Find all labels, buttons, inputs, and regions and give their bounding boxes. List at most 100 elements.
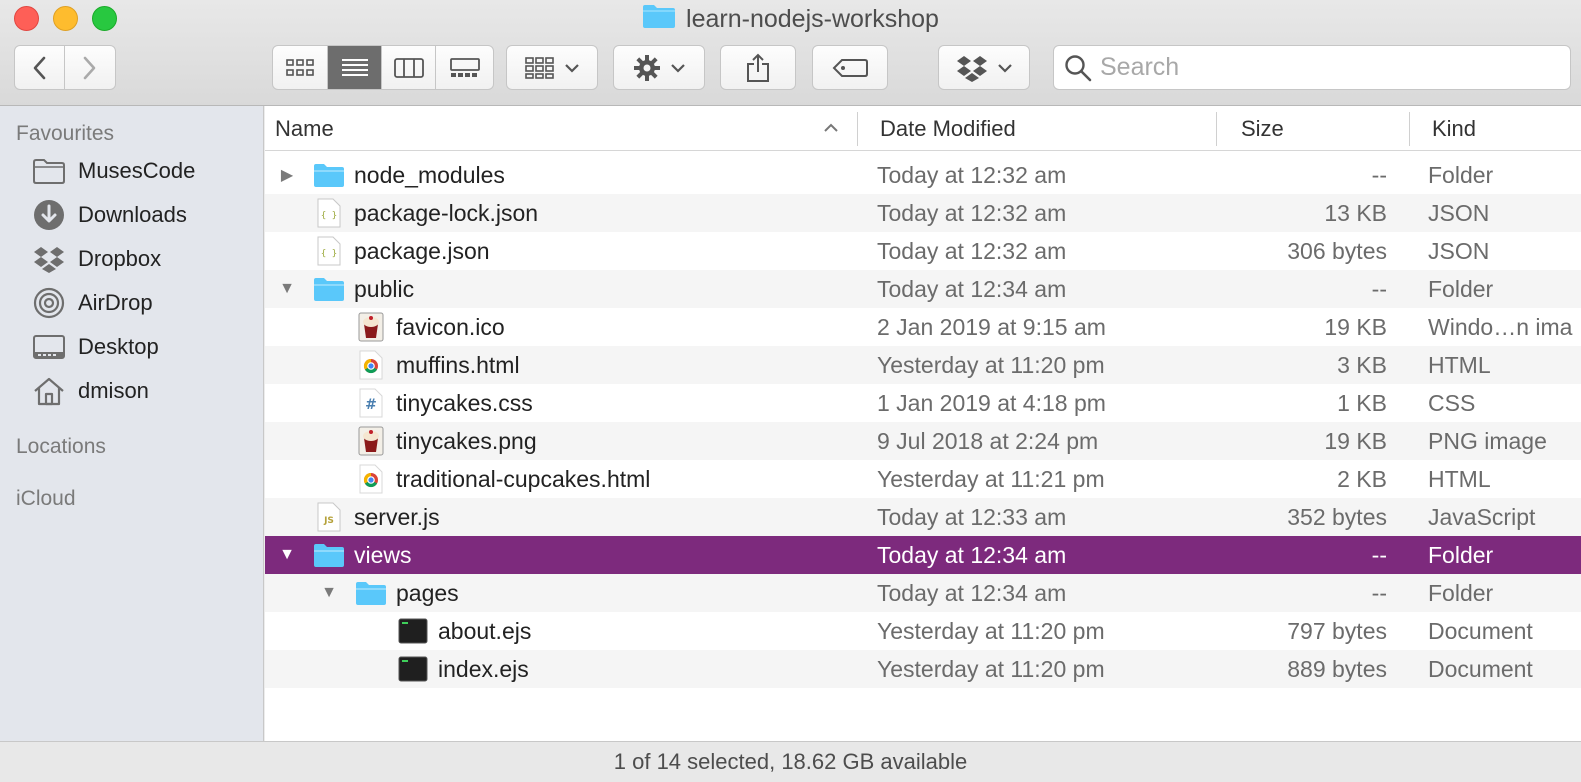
file-date-modified: Today at 12:32 am bbox=[877, 161, 1067, 188]
file-row[interactable]: # tinycakes.css 1 Jan 2019 at 4:18 pm 1 KB C… bbox=[265, 384, 1581, 422]
sidebar-item-downloads[interactable]: Downloads bbox=[32, 197, 187, 233]
image-file-icon bbox=[355, 426, 387, 456]
sidebar-heading-icloud[interactable]: iCloud bbox=[16, 487, 76, 511]
column-header-name[interactable]: Name bbox=[275, 106, 334, 151]
file-name: package.json bbox=[354, 237, 490, 264]
file-row[interactable]: about.ejs Yesterday at 11:20 pm 797 bytes D… bbox=[265, 612, 1581, 650]
sidebar-item-label: AirDrop bbox=[78, 290, 153, 315]
window-title-text: learn-nodejs-workshop bbox=[686, 4, 939, 33]
file-name: tinycakes.css bbox=[396, 389, 533, 416]
file-date-modified: 2 Jan 2019 at 9:15 am bbox=[877, 313, 1106, 340]
column-separator[interactable] bbox=[1409, 112, 1410, 146]
file-kind: JSON bbox=[1428, 199, 1490, 226]
file-kind: Document bbox=[1428, 617, 1533, 644]
svg-text:{ }: { } bbox=[321, 211, 337, 221]
image-file-icon bbox=[355, 312, 387, 342]
sidebar-item-airdrop[interactable]: AirDrop bbox=[32, 285, 153, 321]
action-menu-button[interactable] bbox=[613, 45, 705, 90]
file-row[interactable]: ▶ node_modules Today at 12:32 am -- Folder bbox=[265, 156, 1581, 194]
file-row[interactable]: JS server.js Today at 12:33 am 352 bytes Jav… bbox=[265, 498, 1581, 536]
file-name: traditional-cupcakes.html bbox=[396, 465, 651, 492]
dropbox-icon bbox=[957, 55, 987, 82]
dropbox-toolbar-button[interactable] bbox=[938, 45, 1030, 90]
file-date-modified: Today at 12:33 am bbox=[877, 503, 1067, 530]
file-size: 306 bytes bbox=[1287, 237, 1387, 264]
column-view-button[interactable] bbox=[382, 46, 436, 89]
column-header-kind[interactable]: Kind bbox=[1432, 106, 1476, 151]
file-row[interactable]: tinycakes.png 9 Jul 2018 at 2:24 pm 19 KB P… bbox=[265, 422, 1581, 460]
gear-icon bbox=[634, 54, 660, 81]
column-header-date[interactable]: Date Modified bbox=[880, 106, 1016, 151]
share-button[interactable] bbox=[720, 45, 796, 90]
sidebar-item-dmison[interactable]: dmison bbox=[32, 373, 149, 409]
icon-view-button[interactable] bbox=[273, 46, 328, 89]
chrome-html-icon bbox=[355, 350, 387, 380]
airdrop-icon bbox=[32, 286, 66, 320]
list-view-button[interactable] bbox=[328, 46, 382, 89]
disclosure-triangle-right-icon[interactable]: ▶ bbox=[275, 156, 299, 194]
list-icon bbox=[341, 58, 368, 76]
folder-icon bbox=[642, 3, 676, 36]
forward-button[interactable] bbox=[65, 46, 115, 89]
css-file-icon: # bbox=[355, 388, 387, 418]
file-name: index.ejs bbox=[438, 655, 529, 682]
terminal-document-icon bbox=[397, 616, 429, 646]
sidebar-heading-locations[interactable]: Locations bbox=[16, 435, 106, 459]
view-mode-control bbox=[272, 45, 494, 90]
share-icon bbox=[747, 53, 769, 82]
disclosure-triangle-down-icon[interactable]: ▼ bbox=[275, 270, 299, 308]
chevron-down-icon bbox=[565, 63, 579, 73]
sidebar-item-label: dmison bbox=[78, 378, 149, 403]
search-input[interactable] bbox=[1100, 53, 1540, 82]
file-row[interactable]: traditional-cupcakes.html Yesterday at 11… bbox=[265, 460, 1581, 498]
file-row[interactable]: favicon.ico 2 Jan 2019 at 9:15 am 19 KB Win… bbox=[265, 308, 1581, 346]
columns-icon bbox=[393, 57, 424, 78]
file-kind: JSON bbox=[1428, 237, 1490, 264]
sidebar-item-dropbox[interactable]: Dropbox bbox=[32, 241, 161, 277]
column-separator[interactable] bbox=[857, 112, 858, 146]
column-separator[interactable] bbox=[1216, 112, 1217, 146]
tag-button[interactable] bbox=[812, 45, 888, 90]
file-row[interactable]: ▼ pages Today at 12:34 am -- Folder bbox=[265, 574, 1581, 612]
search-field[interactable] bbox=[1053, 45, 1571, 90]
sidebar-item-label: Dropbox bbox=[78, 246, 162, 271]
back-button[interactable] bbox=[15, 46, 65, 89]
group-by-button[interactable] bbox=[506, 45, 598, 90]
file-size: -- bbox=[1371, 541, 1387, 568]
sidebar-item-desktop[interactable]: Desktop bbox=[32, 329, 159, 365]
file-rows: ▶ node_modules Today at 12:32 am -- Folder { … bbox=[265, 156, 1581, 688]
file-date-modified: Today at 12:32 am bbox=[877, 199, 1067, 226]
disclosure-triangle-down-icon[interactable]: ▼ bbox=[317, 574, 341, 612]
file-name: tinycakes.png bbox=[396, 427, 537, 454]
file-row[interactable]: { } package.json Today at 12:32 am 306 byte… bbox=[265, 232, 1581, 270]
json-file-icon: { } bbox=[313, 198, 345, 228]
file-kind: HTML bbox=[1428, 351, 1491, 378]
file-date-modified: Yesterday at 11:21 pm bbox=[877, 465, 1105, 492]
history-nav bbox=[14, 45, 116, 90]
group-grid-icon bbox=[525, 56, 554, 79]
file-name: public bbox=[354, 275, 415, 302]
file-date-modified: Yesterday at 11:20 pm bbox=[877, 617, 1105, 644]
sidebar-item-musescode[interactable]: MusesCode bbox=[32, 153, 195, 189]
file-name: favicon.ico bbox=[396, 313, 505, 340]
file-row[interactable]: muffins.html Yesterday at 11:20 pm 3 KB HTM… bbox=[265, 346, 1581, 384]
svg-text:#: # bbox=[365, 397, 377, 413]
file-name: about.ejs bbox=[438, 617, 532, 644]
file-row[interactable]: index.ejs Yesterday at 11:20 pm 889 bytes D… bbox=[265, 650, 1581, 688]
column-header-size[interactable]: Size bbox=[1241, 106, 1284, 151]
file-date-modified: Today at 12:34 am bbox=[877, 275, 1067, 302]
sidebar-item-label: Downloads bbox=[78, 202, 187, 227]
tag-icon bbox=[832, 58, 868, 77]
sidebar-item-label: MusesCode bbox=[78, 158, 196, 183]
folder-icon bbox=[355, 578, 387, 608]
gallery-view-button[interactable] bbox=[436, 46, 493, 89]
file-name: pages bbox=[396, 579, 459, 606]
file-size: 13 KB bbox=[1324, 199, 1387, 226]
disclosure-triangle-down-icon[interactable]: ▼ bbox=[275, 536, 299, 574]
file-row[interactable]: ▼ public Today at 12:34 am -- Folder bbox=[265, 270, 1581, 308]
file-name: server.js bbox=[354, 503, 440, 530]
js-file-icon: JS bbox=[313, 502, 345, 532]
file-row[interactable]: { } package-lock.json Today at 12:32 am 13 … bbox=[265, 194, 1581, 232]
file-kind: JavaScript bbox=[1428, 503, 1536, 530]
file-row[interactable]: ▼ views Today at 12:34 am -- Folder bbox=[265, 536, 1581, 574]
